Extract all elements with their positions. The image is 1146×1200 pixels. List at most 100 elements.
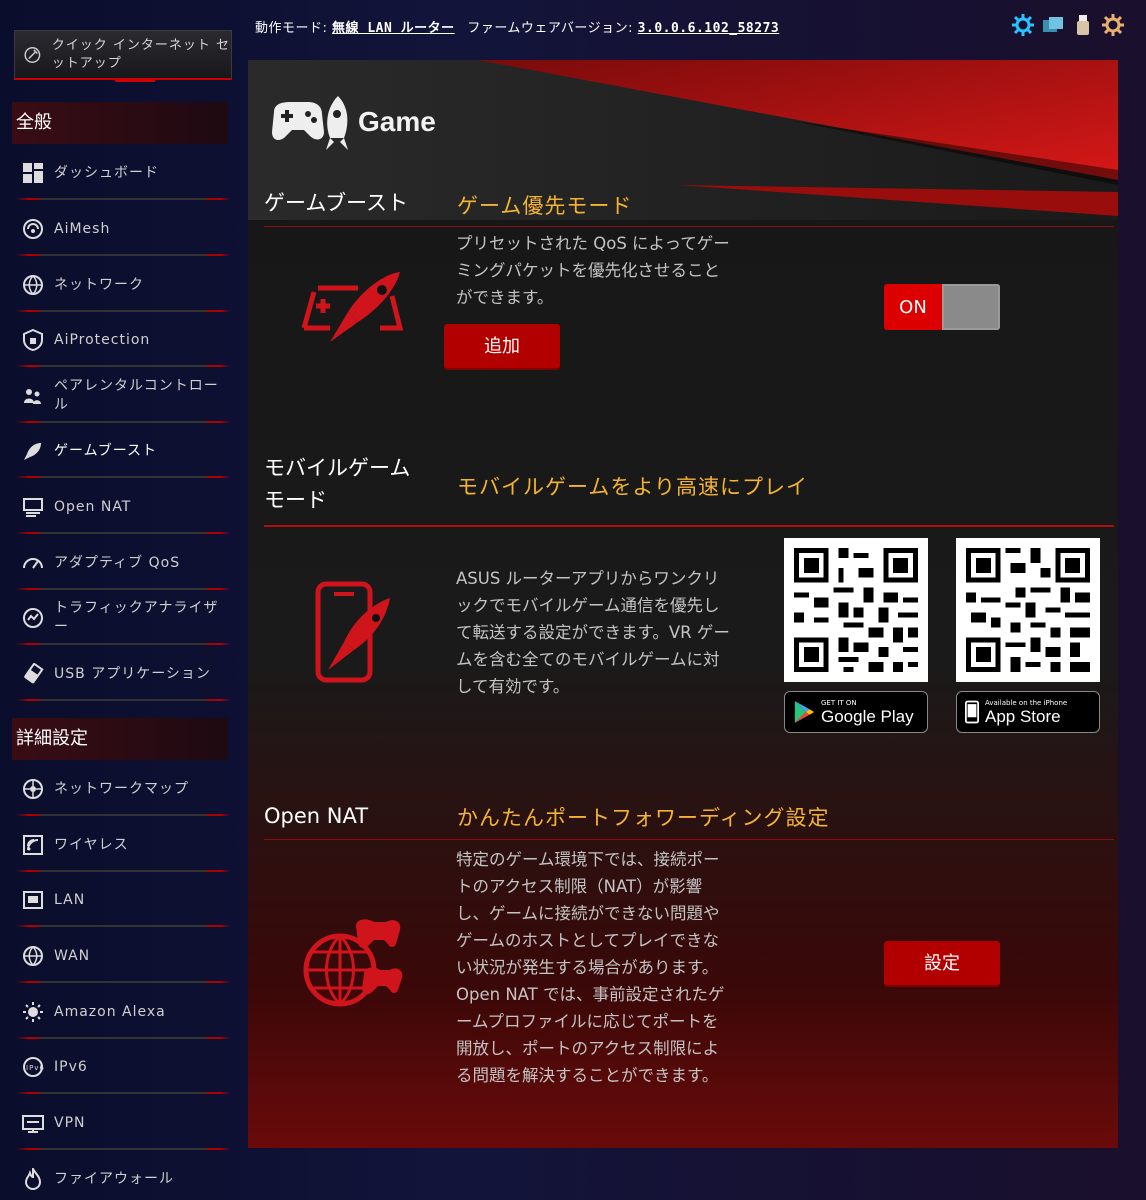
game-boost-description: プリセットされた QoS によってゲー ミングパケットを優先化させること ができ… (456, 234, 730, 307)
sidebar-item-label: ゲームブースト (54, 442, 158, 459)
gear-icon[interactable] (1012, 14, 1034, 36)
sidebar-item-label: Open NAT (54, 498, 132, 515)
sidebar-item-label: ネットワークマップ (54, 780, 189, 797)
wireless-icon (23, 835, 43, 855)
google-play-badge[interactable]: GET IT ON Google Play (784, 691, 928, 733)
sidebar-item-label: AiProtection (54, 331, 151, 348)
sidebar-item-label: アダプティブ QoS (54, 554, 181, 571)
quick-setup-label: クイック インターネット セットアップ (51, 37, 231, 71)
mobile-game-title: モバイルゲームをより高速にプレイ (457, 475, 808, 499)
sidebar-item-label: LAN (54, 891, 86, 908)
gamepad-rocket-icon (272, 96, 348, 150)
dashboard-icon (23, 163, 43, 183)
sidebar-item-network[interactable]: ネットワーク (12, 258, 230, 312)
divider (264, 226, 1114, 227)
sidebar-item-label: VPN (54, 1114, 86, 1131)
sidebar-item-label: ペアレンタルコントロール (54, 378, 219, 413)
open-nat-icon (23, 498, 43, 517)
network-icon[interactable] (1042, 14, 1064, 36)
aimesh-icon (23, 219, 43, 239)
sidebar-item-game-boost[interactable]: ゲームブースト (12, 424, 230, 478)
svg-text:IPv6: IPv6 (26, 1064, 44, 1072)
sidebar-item-amazon-alexa[interactable]: Amazon Alexa (12, 985, 230, 1039)
sidebar-item-label: Amazon Alexa (54, 1003, 166, 1020)
sidebar-item-usb-application[interactable]: USB アプリケーション (12, 647, 230, 701)
gamepad-rocket-red-icon (301, 272, 404, 342)
google-play-qr-code (784, 538, 928, 682)
family-icon (24, 389, 41, 404)
sidebar-item-lan[interactable]: LAN (12, 873, 230, 927)
sidebar-item-open-nat[interactable]: Open NAT (12, 480, 230, 534)
globe-gamepad-icon (303, 919, 403, 1007)
sidebar-item-label: ネットワーク (54, 276, 144, 293)
sidebar-item-label: WAN (54, 947, 91, 964)
game-boost-label: ゲームブースト (264, 191, 409, 215)
settings-icon[interactable] (1102, 14, 1124, 36)
sidebar-item-aimesh[interactable]: AiMesh (12, 202, 230, 256)
divider (264, 839, 1114, 840)
port-forwarding-title: かんたんポートフォワーディング設定 (457, 806, 830, 830)
sidebar-item-wan[interactable]: WAN (12, 929, 230, 983)
general-header: 全般 (12, 102, 228, 144)
google-play-icon (794, 701, 815, 723)
status-bar: 動作モード: 無線 LAN ルーター ファームウェアバージョン: 3.0.0.6… (255, 17, 779, 36)
sidebar-item-label: ファイアウォール (54, 1170, 174, 1187)
network-map-icon (23, 779, 43, 799)
ipv6-icon: IPv6 (23, 1057, 44, 1077)
vpn-icon (22, 1115, 44, 1133)
traffic-icon (23, 608, 43, 628)
sidebar: クイック インターネット セットアップ 全般 ダッシュボード AiMesh ネッ… (0, 0, 240, 1200)
sidebar-item-dashboard[interactable]: ダッシュボード (12, 146, 230, 200)
sidebar-item-label: USB アプリケーション (54, 665, 211, 682)
wan-globe-icon (23, 946, 43, 966)
firmware-label: ファームウェアバージョン: (467, 21, 634, 36)
usb-icon[interactable] (1072, 14, 1094, 36)
usb-icon (24, 663, 44, 684)
open-nat-setup-button[interactable]: 設定 (884, 941, 1000, 987)
game-priority-title: ゲーム優先モード (457, 194, 633, 218)
toggle-knob (942, 284, 1000, 330)
sidebar-item-aiprotection[interactable]: AiProtection (12, 313, 230, 367)
sidebar-item-adaptive-qos[interactable]: アダプティブ QoS (12, 536, 230, 590)
alexa-icon (23, 1002, 43, 1022)
fire-icon (24, 1168, 42, 1190)
app-store-small-text: Available on the iPhone (985, 698, 1068, 707)
open-nat-label: Open NAT (264, 804, 369, 828)
operation-mode-label: 動作モード: (255, 21, 328, 36)
wand-icon (24, 46, 41, 63)
sidebar-item-parental-control[interactable]: ペアレンタルコントロール (12, 369, 230, 423)
globe-icon (23, 275, 43, 295)
operation-mode-link[interactable]: 無線 LAN ルーター (332, 21, 455, 36)
sidebar-item-label: ワイヤレス (54, 836, 129, 853)
divider (264, 525, 1114, 527)
sidebar-item-vpn[interactable]: VPN (12, 1096, 230, 1150)
page-title: Game (358, 106, 436, 137)
sidebar-item-firewall[interactable]: ファイアウォール (12, 1152, 230, 1200)
firmware-version-link[interactable]: 3.0.0.6.102_58273 (638, 21, 780, 36)
sidebar-item-label: IPv6 (54, 1058, 88, 1075)
mobile-game-description: ASUS ルーターアプリからワンクリ ックでモバイルゲーム通信を優先し て転送す… (456, 569, 730, 696)
top-icon-bar (1012, 14, 1124, 36)
sidebar-item-label: AiMesh (54, 220, 111, 237)
sidebar-item-traffic-analyzer[interactable]: トラフィックアナライザー (12, 591, 230, 645)
app-store-badge[interactable]: Available on the iPhone App Store (956, 691, 1100, 733)
lan-icon (23, 891, 43, 909)
sidebar-item-label: トラフィックアナライザー (54, 600, 219, 635)
iphone-icon (965, 700, 979, 724)
quick-internet-setup-button[interactable]: クイック インターネット セットアップ (14, 30, 232, 82)
sidebar-item-network-map[interactable]: ネットワークマップ (12, 762, 230, 816)
app-store-text: App Store (985, 706, 1061, 726)
advanced-header: 詳細設定 (12, 718, 228, 760)
speedometer-icon (23, 558, 43, 569)
open-nat-description: 特定のゲーム環境下では、接続ポー トのアクセス制限（NAT）が影響 し、ゲームに… (456, 850, 725, 1085)
sidebar-item-ipv6[interactable]: IPv6 IPv6 (12, 1040, 230, 1094)
mobile-rocket-icon (315, 581, 390, 683)
toggle-on-label: ON (884, 284, 942, 330)
rocket-icon (24, 443, 41, 460)
sidebar-item-wireless[interactable]: ワイヤレス (12, 818, 230, 872)
shield-icon (23, 329, 43, 351)
game-priority-toggle[interactable]: ON (884, 284, 1000, 330)
mobile-game-mode-label: モバイルゲーム モード (264, 456, 411, 512)
add-button[interactable]: 追加 (444, 324, 560, 370)
google-play-text: Google Play (821, 706, 914, 726)
